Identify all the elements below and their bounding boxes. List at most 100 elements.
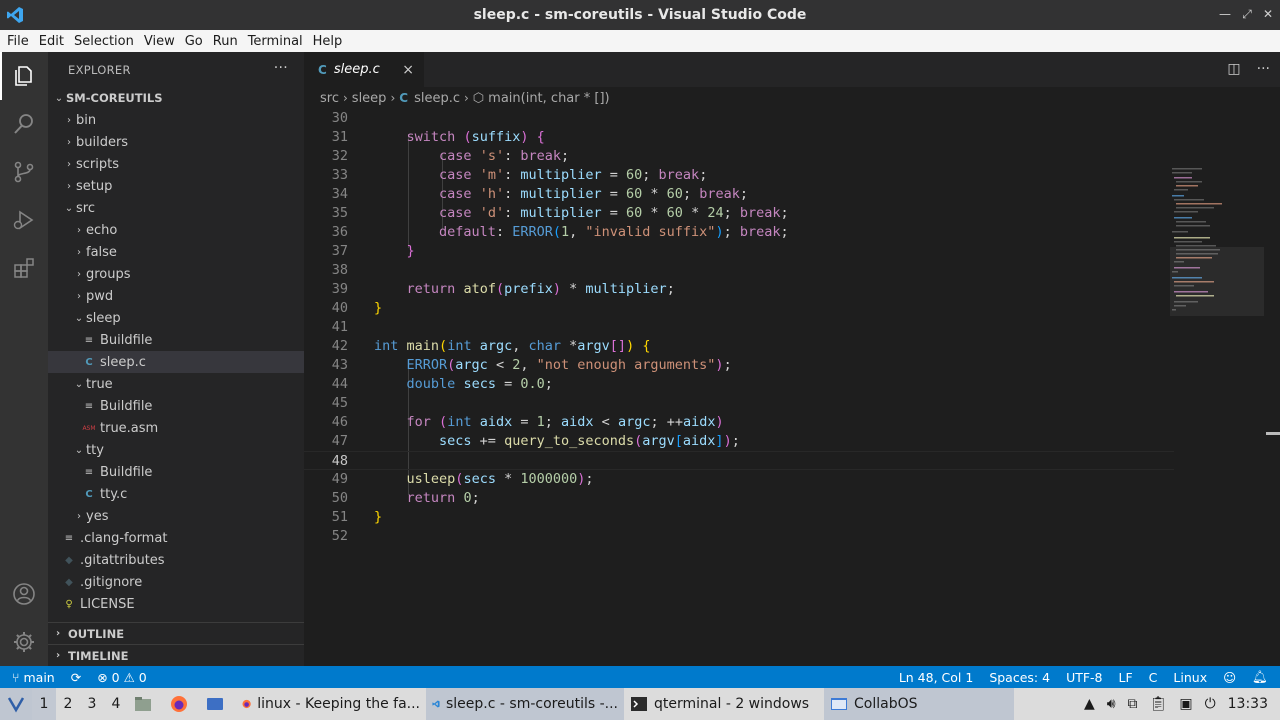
tree-folder[interactable]: › scripts (48, 153, 304, 175)
tree-file[interactable]: ≡ Buildfile (48, 461, 304, 483)
menu-go[interactable]: Go (180, 34, 208, 49)
volume-icon[interactable]: 🔊︎ (1101, 688, 1122, 720)
tree-folder[interactable]: › false (48, 241, 304, 263)
code-line: 36 default: ERROR(1, "invalid suffix"); … (304, 223, 1174, 242)
minimize-icon[interactable]: — (1216, 5, 1234, 23)
breadcrumb-file[interactable]: sleep.c (414, 91, 460, 106)
tree-folder[interactable]: › groups (48, 263, 304, 285)
source-control-icon[interactable] (12, 160, 36, 184)
taskbar-window-terminal[interactable]: qterminal - 2 windows (624, 688, 824, 720)
timeline-section[interactable]: › TIMELINE (48, 644, 304, 666)
branch-status[interactable]: ⑂ main (0, 670, 63, 685)
eol-status[interactable]: LF (1111, 670, 1141, 685)
encoding-status[interactable]: UTF-8 (1058, 670, 1110, 685)
explorer-icon[interactable] (12, 64, 36, 88)
code-token: ; (585, 471, 594, 487)
platform-status[interactable]: Linux (1165, 670, 1215, 685)
tree-folder[interactable]: › yes (48, 505, 304, 527)
breadcrumb-src[interactable]: src (320, 91, 339, 106)
sync-icon[interactable]: ⟳ (63, 670, 89, 685)
outline-section[interactable]: › OUTLINE (48, 622, 304, 644)
code-token: multiplier (520, 205, 602, 221)
code-line: 44 double secs = 0.0; (304, 375, 1174, 394)
menu-file[interactable]: File (2, 34, 34, 49)
desktop-launcher[interactable] (200, 688, 236, 720)
code-token: ; (666, 281, 675, 297)
tree-file[interactable]: Csleep.c (48, 351, 304, 373)
tree-folder[interactable]: ⌄ tty (48, 439, 304, 461)
tree-folder[interactable]: ⌄ sleep (48, 307, 304, 329)
file-manager-launcher[interactable] (128, 688, 164, 720)
workspace-1[interactable]: 1 (32, 688, 56, 720)
cursor-position[interactable]: Ln 48, Col 1 (891, 670, 982, 685)
line-number: 34 (331, 186, 348, 202)
more-actions-icon[interactable]: ··· (274, 60, 288, 76)
power-icon[interactable]: ⏻ (1199, 688, 1222, 720)
tree-item-label: sleep (86, 310, 121, 326)
tree-folder[interactable]: › setup (48, 175, 304, 197)
workspace-root[interactable]: ⌄ SM-COREUTILS (48, 87, 304, 109)
code-token: * (495, 471, 521, 487)
code-editor[interactable]: 30 31 switch (suffix) {32 case 's': break… (304, 111, 1174, 666)
start-menu-button[interactable] (0, 688, 32, 720)
notifications-bell-icon[interactable]: 🔔︎ (1244, 669, 1280, 685)
tree-file[interactable]: ◆ .gitattributes (48, 549, 304, 571)
menu-edit[interactable]: Edit (34, 34, 69, 49)
tab-sleep-c[interactable]: C sleep.c × (304, 52, 424, 87)
language-mode[interactable]: C (1141, 670, 1166, 685)
split-editor-icon[interactable]: ◫ (1227, 61, 1240, 77)
menu-help[interactable]: Help (308, 34, 348, 49)
close-window-icon[interactable]: ✕ (1259, 5, 1277, 23)
tree-folder[interactable]: ⌄ true (48, 373, 304, 395)
clipboard-icon[interactable]: 📋︎ (1144, 688, 1174, 720)
tree-folder[interactable]: › bin (48, 109, 304, 131)
editor-area: C sleep.c × ◫ ··· src › sleep › C sleep.… (304, 52, 1280, 666)
accounts-icon[interactable] (12, 582, 36, 606)
workspace-2[interactable]: 2 (56, 688, 80, 720)
maximize-icon[interactable]: ⤢ (1238, 5, 1256, 23)
tree-file[interactable]: ≡ Buildfile (48, 329, 304, 351)
code-token: : (495, 224, 513, 240)
menu-terminal[interactable]: Terminal (243, 34, 308, 49)
menu-run[interactable]: Run (208, 34, 243, 49)
minimap[interactable] (1170, 111, 1270, 666)
tree-file[interactable]: Ctty.c (48, 483, 304, 505)
tree-file[interactable]: ♀ LICENSE (48, 593, 304, 615)
browser-launcher[interactable] (164, 688, 200, 720)
more-actions-icon[interactable]: ··· (1257, 61, 1270, 77)
menu-view[interactable]: View (139, 34, 180, 49)
tree-file[interactable]: ◆ .gitignore (48, 571, 304, 593)
network-icon[interactable]: ⧉ (1122, 688, 1144, 720)
taskbar-window-collabos[interactable]: CollabOS (824, 688, 1014, 720)
breadcrumb-symbol[interactable]: main(int, char * []) (488, 91, 609, 106)
scrollbar-thumb[interactable] (1266, 432, 1280, 435)
tray-up-icon[interactable]: ▲ (1078, 688, 1101, 720)
line-number: 36 (331, 224, 348, 240)
code-token: int (374, 338, 399, 354)
taskbar-window-vscode[interactable]: sleep.c - sm-coreutils -... (426, 688, 624, 720)
tree-folder[interactable]: › echo (48, 219, 304, 241)
tree-file[interactable]: ≡ .clang-format (48, 527, 304, 549)
extensions-icon[interactable] (12, 256, 36, 280)
tree-file[interactable]: ASM true.asm (48, 417, 304, 439)
workspace-4[interactable]: 4 (104, 688, 128, 720)
close-tab-icon[interactable]: × (402, 62, 414, 78)
search-icon[interactable] (12, 112, 36, 136)
tree-folder[interactable]: ⌄ src (48, 197, 304, 219)
taskbar-window-firefox[interactable]: linux - Keeping the fa... (236, 688, 426, 720)
breadcrumb-sleep[interactable]: sleep (352, 91, 387, 106)
tree-file[interactable]: ≡ Buildfile (48, 395, 304, 417)
tree-folder[interactable]: › builders (48, 131, 304, 153)
menu-selection[interactable]: Selection (69, 34, 139, 49)
code-text: case 'h': multiplier = 60 * 60; break; (374, 185, 748, 204)
tree-folder[interactable]: › pwd (48, 285, 304, 307)
display-icon[interactable]: ▣ (1173, 688, 1198, 720)
feedback-icon[interactable]: ☺ (1215, 670, 1244, 685)
problems-status[interactable]: ⊗ 0 ⚠ 0 (89, 670, 155, 685)
indentation-status[interactable]: Spaces: 4 (981, 670, 1058, 685)
workspace-3[interactable]: 3 (80, 688, 104, 720)
code-token: 60 (626, 167, 643, 183)
run-debug-icon[interactable] (12, 208, 36, 232)
settings-gear-icon[interactable] (12, 630, 36, 654)
